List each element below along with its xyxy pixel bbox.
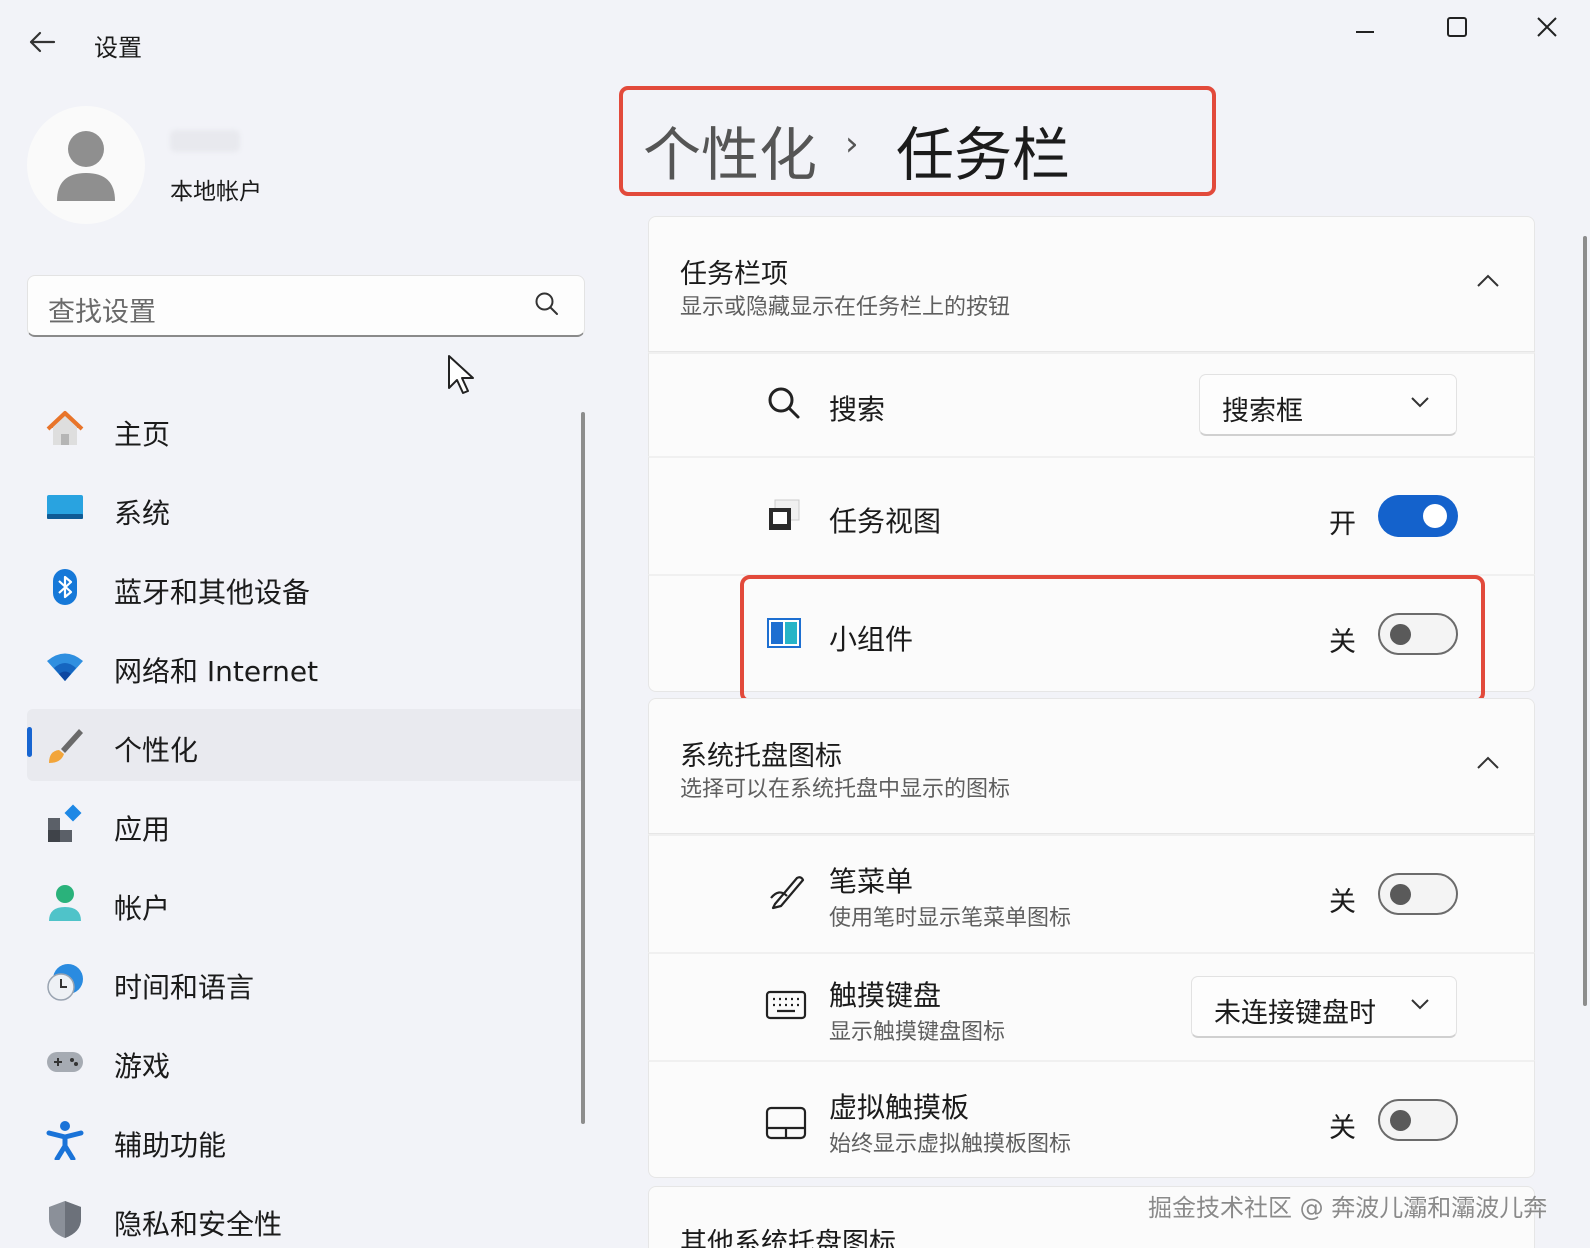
section-subtitle: 显示或隐藏显示在任务栏上的按钮 (680, 295, 1011, 320)
sidebar-item-apps[interactable]: 应用 (27, 788, 585, 860)
section-header-taskbar-items[interactable]: 任务栏项 显示或隐藏显示在任务栏上的按钮 (648, 216, 1535, 352)
user-silhouette-icon (57, 131, 115, 201)
sidebar-item-gaming[interactable]: 游戏 (27, 1025, 585, 1097)
chevron-down-icon (1411, 397, 1429, 408)
setting-row-touch-keyboard: 触摸键盘 显示触摸键盘图标 未连接键盘时 (648, 952, 1535, 1060)
account-icon (49, 885, 81, 921)
pen-icon (770, 876, 805, 910)
sidebar-item-home[interactable]: 主页 (27, 393, 585, 465)
sidebar-item-label: 个性化 (114, 734, 199, 767)
maximize-button[interactable] (1432, 6, 1482, 48)
system-icon (47, 495, 83, 519)
dropdown-value: 未连接键盘时 (1214, 998, 1376, 1029)
back-button[interactable] (22, 22, 62, 62)
breadcrumb-separator: › (845, 124, 859, 164)
brush-icon (49, 729, 83, 763)
gamepad-icon (47, 1052, 83, 1072)
sidebar-scrollbar[interactable] (581, 412, 585, 1124)
apps-icon (48, 804, 82, 842)
chevron-down-icon (1411, 999, 1429, 1010)
close-icon (1537, 17, 1557, 37)
close-button[interactable] (1522, 6, 1572, 48)
sidebar-item-bluetooth[interactable]: 蓝牙和其他设备 (27, 551, 585, 623)
app-title: 设置 (94, 34, 142, 62)
search-placeholder: 查找设置 (48, 297, 156, 328)
shield-icon (49, 1201, 81, 1238)
toggle-state-label: 关 (1329, 887, 1356, 918)
section-subtitle: 选择可以在系统托盘中显示的图标 (680, 777, 1011, 802)
sidebar-item-network[interactable]: 网络和 Internet (27, 630, 585, 702)
time-language-icon (47, 964, 83, 1001)
setting-label: 搜索 (829, 393, 886, 426)
section-title: 系统托盘图标 (680, 741, 842, 772)
setting-row-pen-menu: 笔菜单 使用笔时显示笔菜单图标 关 (648, 834, 1535, 952)
page-title: 任务栏 (896, 121, 1071, 189)
task-view-toggle[interactable] (1378, 495, 1458, 537)
setting-row-virtual-touchpad: 虚拟触摸板 始终显示虚拟触摸板图标 关 (648, 1060, 1535, 1178)
sidebar-item-label: 系统 (114, 497, 171, 530)
dropdown-value: 搜索框 (1222, 396, 1303, 427)
account-type-label: 本地帐户 (170, 179, 262, 205)
wifi-icon (47, 653, 83, 681)
active-indicator (27, 727, 32, 757)
section-header-tray-icons[interactable]: 系统托盘图标 选择可以在系统托盘中显示的图标 (648, 698, 1535, 834)
pen-menu-toggle[interactable] (1378, 873, 1458, 915)
setting-row-task-view: 任务视图 开 (648, 456, 1535, 574)
maximize-icon (1447, 17, 1467, 37)
sidebar-item-label: 应用 (114, 813, 171, 846)
search-icon (768, 387, 800, 419)
task-view-icon (769, 499, 800, 530)
sidebar-item-label: 隐私和安全性 (114, 1208, 283, 1241)
setting-row-search: 搜索 搜索框 (648, 352, 1535, 456)
sidebar-item-label: 主页 (114, 418, 171, 451)
sidebar-item-label: 帐户 (114, 892, 171, 925)
sidebar-item-personalization[interactable]: 个性化 (27, 709, 585, 781)
watermark: 掘金技术社区 @ 奔波儿灞和灞波儿奔 (1148, 1194, 1548, 1222)
sidebar-item-label: 网络和 Internet (114, 655, 319, 688)
touch-keyboard-dropdown[interactable]: 未连接键盘时 (1191, 976, 1457, 1038)
search-mode-dropdown[interactable]: 搜索框 (1199, 374, 1457, 436)
chevron-up-icon[interactable] (1476, 272, 1500, 288)
sidebar-item-accessibility[interactable]: 辅助功能 (27, 1104, 585, 1176)
setting-label: 任务视图 (829, 505, 942, 538)
minimize-icon (1356, 31, 1374, 33)
sidebar-item-system[interactable]: 系统 (27, 472, 585, 544)
avatar[interactable] (27, 106, 145, 224)
section-title: 其他系统托盘图标 (680, 1228, 896, 1248)
sidebar-item-time-language[interactable]: 时间和语言 (27, 946, 585, 1018)
section-title: 任务栏项 (680, 259, 788, 290)
toggle-state-label: 开 (1329, 509, 1356, 540)
touchpad-icon (765, 1106, 807, 1140)
setting-description: 使用笔时显示笔菜单图标 (829, 906, 1072, 931)
arrow-left-icon (29, 31, 56, 53)
bluetooth-icon (53, 569, 77, 605)
sidebar-item-privacy[interactable]: 隐私和安全性 (27, 1183, 585, 1248)
sidebar-item-label: 辅助功能 (114, 1129, 227, 1162)
setting-description: 显示触摸键盘图标 (829, 1020, 1006, 1045)
accessibility-icon (46, 1121, 84, 1160)
keyboard-icon (765, 990, 807, 1020)
content-scrollbar[interactable] (1583, 236, 1587, 1006)
sidebar-item-accounts[interactable]: 帐户 (27, 867, 585, 939)
search-icon[interactable] (534, 291, 560, 321)
breadcrumb-parent[interactable]: 个性化 (643, 108, 817, 192)
sidebar-item-label: 游戏 (114, 1050, 171, 1083)
setting-description: 始终显示虚拟触摸板图标 (829, 1132, 1072, 1157)
setting-label: 虚拟触摸板 (829, 1091, 970, 1124)
home-icon (46, 411, 84, 445)
account-name-blurred (170, 130, 240, 152)
widgets-highlight (740, 575, 1485, 703)
virtual-touchpad-toggle[interactable] (1378, 1099, 1458, 1141)
chevron-up-icon[interactable] (1476, 754, 1500, 770)
setting-label: 笔菜单 (829, 865, 914, 898)
sidebar-item-label: 蓝牙和其他设备 (114, 576, 311, 609)
setting-label: 触摸键盘 (829, 979, 942, 1012)
toggle-state-label: 关 (1329, 1113, 1356, 1144)
sidebar-item-label: 时间和语言 (114, 971, 255, 1004)
minimize-button[interactable] (1340, 6, 1390, 48)
